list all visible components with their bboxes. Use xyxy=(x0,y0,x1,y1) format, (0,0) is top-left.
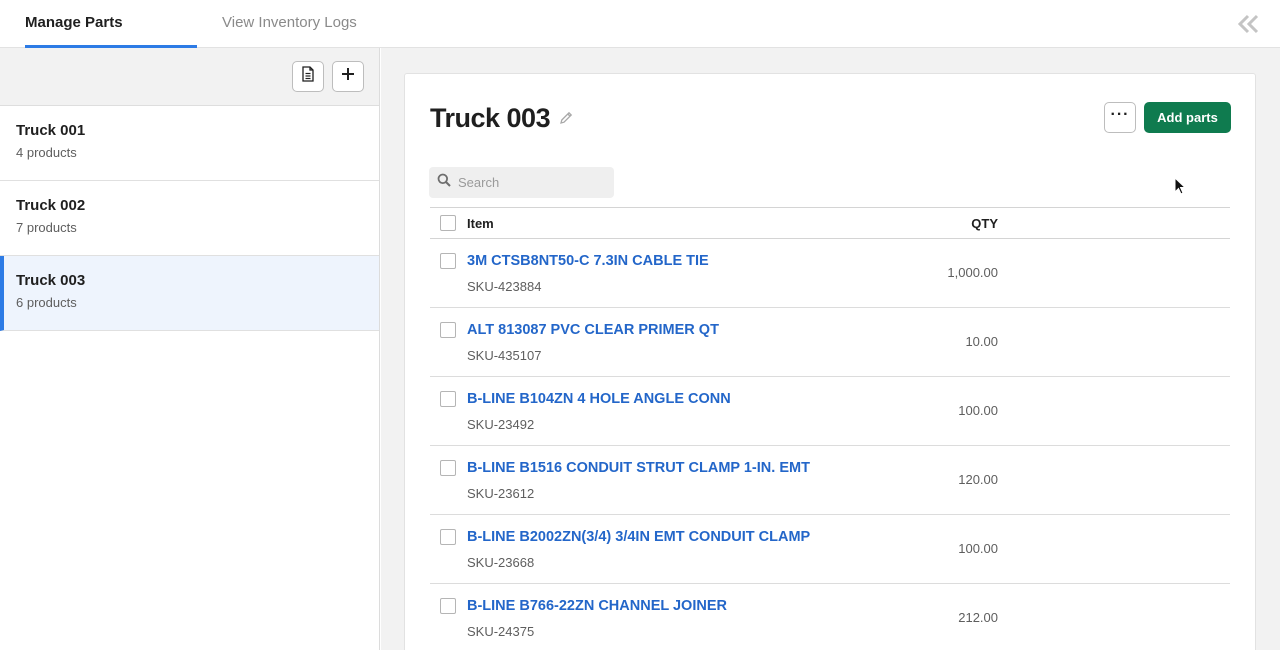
location-item-truck-003[interactable]: Truck 003 6 products xyxy=(0,256,379,331)
row-checkbox[interactable] xyxy=(440,253,456,269)
pencil-edit-icon[interactable] xyxy=(558,110,574,126)
table-row: ALT 813087 PVC CLEAR PRIMER QT SKU-43510… xyxy=(430,308,1230,377)
location-product-count: 7 products xyxy=(16,220,77,235)
table-row: B-LINE B766-22ZN CHANNEL JOINER SKU-2437… xyxy=(430,584,1230,650)
search-box xyxy=(429,167,614,198)
location-name: Truck 001 xyxy=(16,122,86,139)
table-row: B-LINE B1516 CONDUIT STRUT CLAMP 1-IN. E… xyxy=(430,446,1230,515)
column-header-item: Item xyxy=(467,216,494,231)
tab-manage-parts-locations[interactable]: Manage Parts Locations xyxy=(25,0,197,77)
location-product-count: 6 products xyxy=(16,295,77,310)
title-row: Truck 003 xyxy=(430,102,574,134)
part-qty: 10.00 xyxy=(965,334,998,349)
sidebar-toolbar xyxy=(0,48,379,106)
part-sku: SKU-24375 xyxy=(467,624,535,639)
part-name-link[interactable]: B-LINE B104ZN 4 HOLE ANGLE CONN xyxy=(467,391,731,407)
row-checkbox[interactable] xyxy=(440,460,456,476)
part-qty: 120.00 xyxy=(958,472,998,487)
page-title: Truck 003 xyxy=(430,102,551,133)
document-icon xyxy=(301,66,315,87)
table-header: Item QTY xyxy=(430,207,1230,239)
row-checkbox[interactable] xyxy=(440,391,456,407)
part-qty: 100.00 xyxy=(958,403,998,418)
part-sku: SKU-23668 xyxy=(467,555,535,570)
mouse-pointer-icon xyxy=(1174,176,1188,197)
part-name-link[interactable]: 3M CTSB8NT50-C 7.3IN CABLE TIE xyxy=(467,253,709,269)
table-row: 3M CTSB8NT50-C 7.3IN CABLE TIE SKU-42388… xyxy=(430,239,1230,308)
top-nav: Manage Parts Locations View Inventory Lo… xyxy=(0,0,1280,77)
collapse-double-chevron-icon[interactable] xyxy=(1236,12,1260,36)
location-name: Truck 002 xyxy=(16,197,86,214)
row-checkbox[interactable] xyxy=(440,529,456,545)
parts-table: Item QTY 3M CTSB8NT50-C 7.3IN CABLE TIE … xyxy=(430,207,1230,650)
table-row: B-LINE B104ZN 4 HOLE ANGLE CONN SKU-2349… xyxy=(430,377,1230,446)
part-sku: SKU-435107 xyxy=(467,348,542,363)
locations-sidebar: Truck 001 4 products Truck 002 7 product… xyxy=(0,48,380,650)
location-product-count: 4 products xyxy=(16,145,77,160)
main-content: Truck 003 ··· Add parts Search Item QTY … xyxy=(381,48,1280,650)
search-input[interactable] xyxy=(458,175,608,190)
export-document-button[interactable] xyxy=(292,61,324,92)
part-name-link[interactable]: B-LINE B1516 CONDUIT STRUT CLAMP 1-IN. E… xyxy=(467,460,810,476)
location-detail-card: Truck 003 ··· Add parts Search Item QTY … xyxy=(404,73,1256,650)
column-header-qty: QTY xyxy=(971,216,998,231)
row-checkbox[interactable] xyxy=(440,598,456,614)
more-options-button[interactable]: ··· xyxy=(1104,102,1136,133)
part-name-link[interactable]: B-LINE B2002ZN(3/4) 3/4IN EMT CONDUIT CL… xyxy=(467,529,810,545)
table-row: B-LINE B2002ZN(3/4) 3/4IN EMT CONDUIT CL… xyxy=(430,515,1230,584)
tab-view-inventory-logs[interactable]: View Inventory Logs xyxy=(222,0,357,48)
location-item-truck-001[interactable]: Truck 001 4 products xyxy=(0,106,379,181)
select-all-checkbox[interactable] xyxy=(440,215,456,231)
search-icon xyxy=(437,173,451,192)
row-checkbox[interactable] xyxy=(440,322,456,338)
part-sku: SKU-423884 xyxy=(467,279,542,294)
part-qty: 1,000.00 xyxy=(947,265,998,280)
part-sku: SKU-23492 xyxy=(467,417,535,432)
location-name: Truck 003 xyxy=(16,272,86,289)
ellipsis-icon: ··· xyxy=(1110,105,1130,123)
part-qty: 212.00 xyxy=(958,610,998,625)
part-name-link[interactable]: ALT 813087 PVC CLEAR PRIMER QT xyxy=(467,322,719,338)
plus-icon xyxy=(341,67,355,86)
add-parts-button[interactable]: Add parts xyxy=(1144,102,1231,133)
add-location-button[interactable] xyxy=(332,61,364,92)
part-name-link[interactable]: B-LINE B766-22ZN CHANNEL JOINER xyxy=(467,598,727,614)
part-sku: SKU-23612 xyxy=(467,486,535,501)
location-item-truck-002[interactable]: Truck 002 7 products xyxy=(0,181,379,256)
part-qty: 100.00 xyxy=(958,541,998,556)
